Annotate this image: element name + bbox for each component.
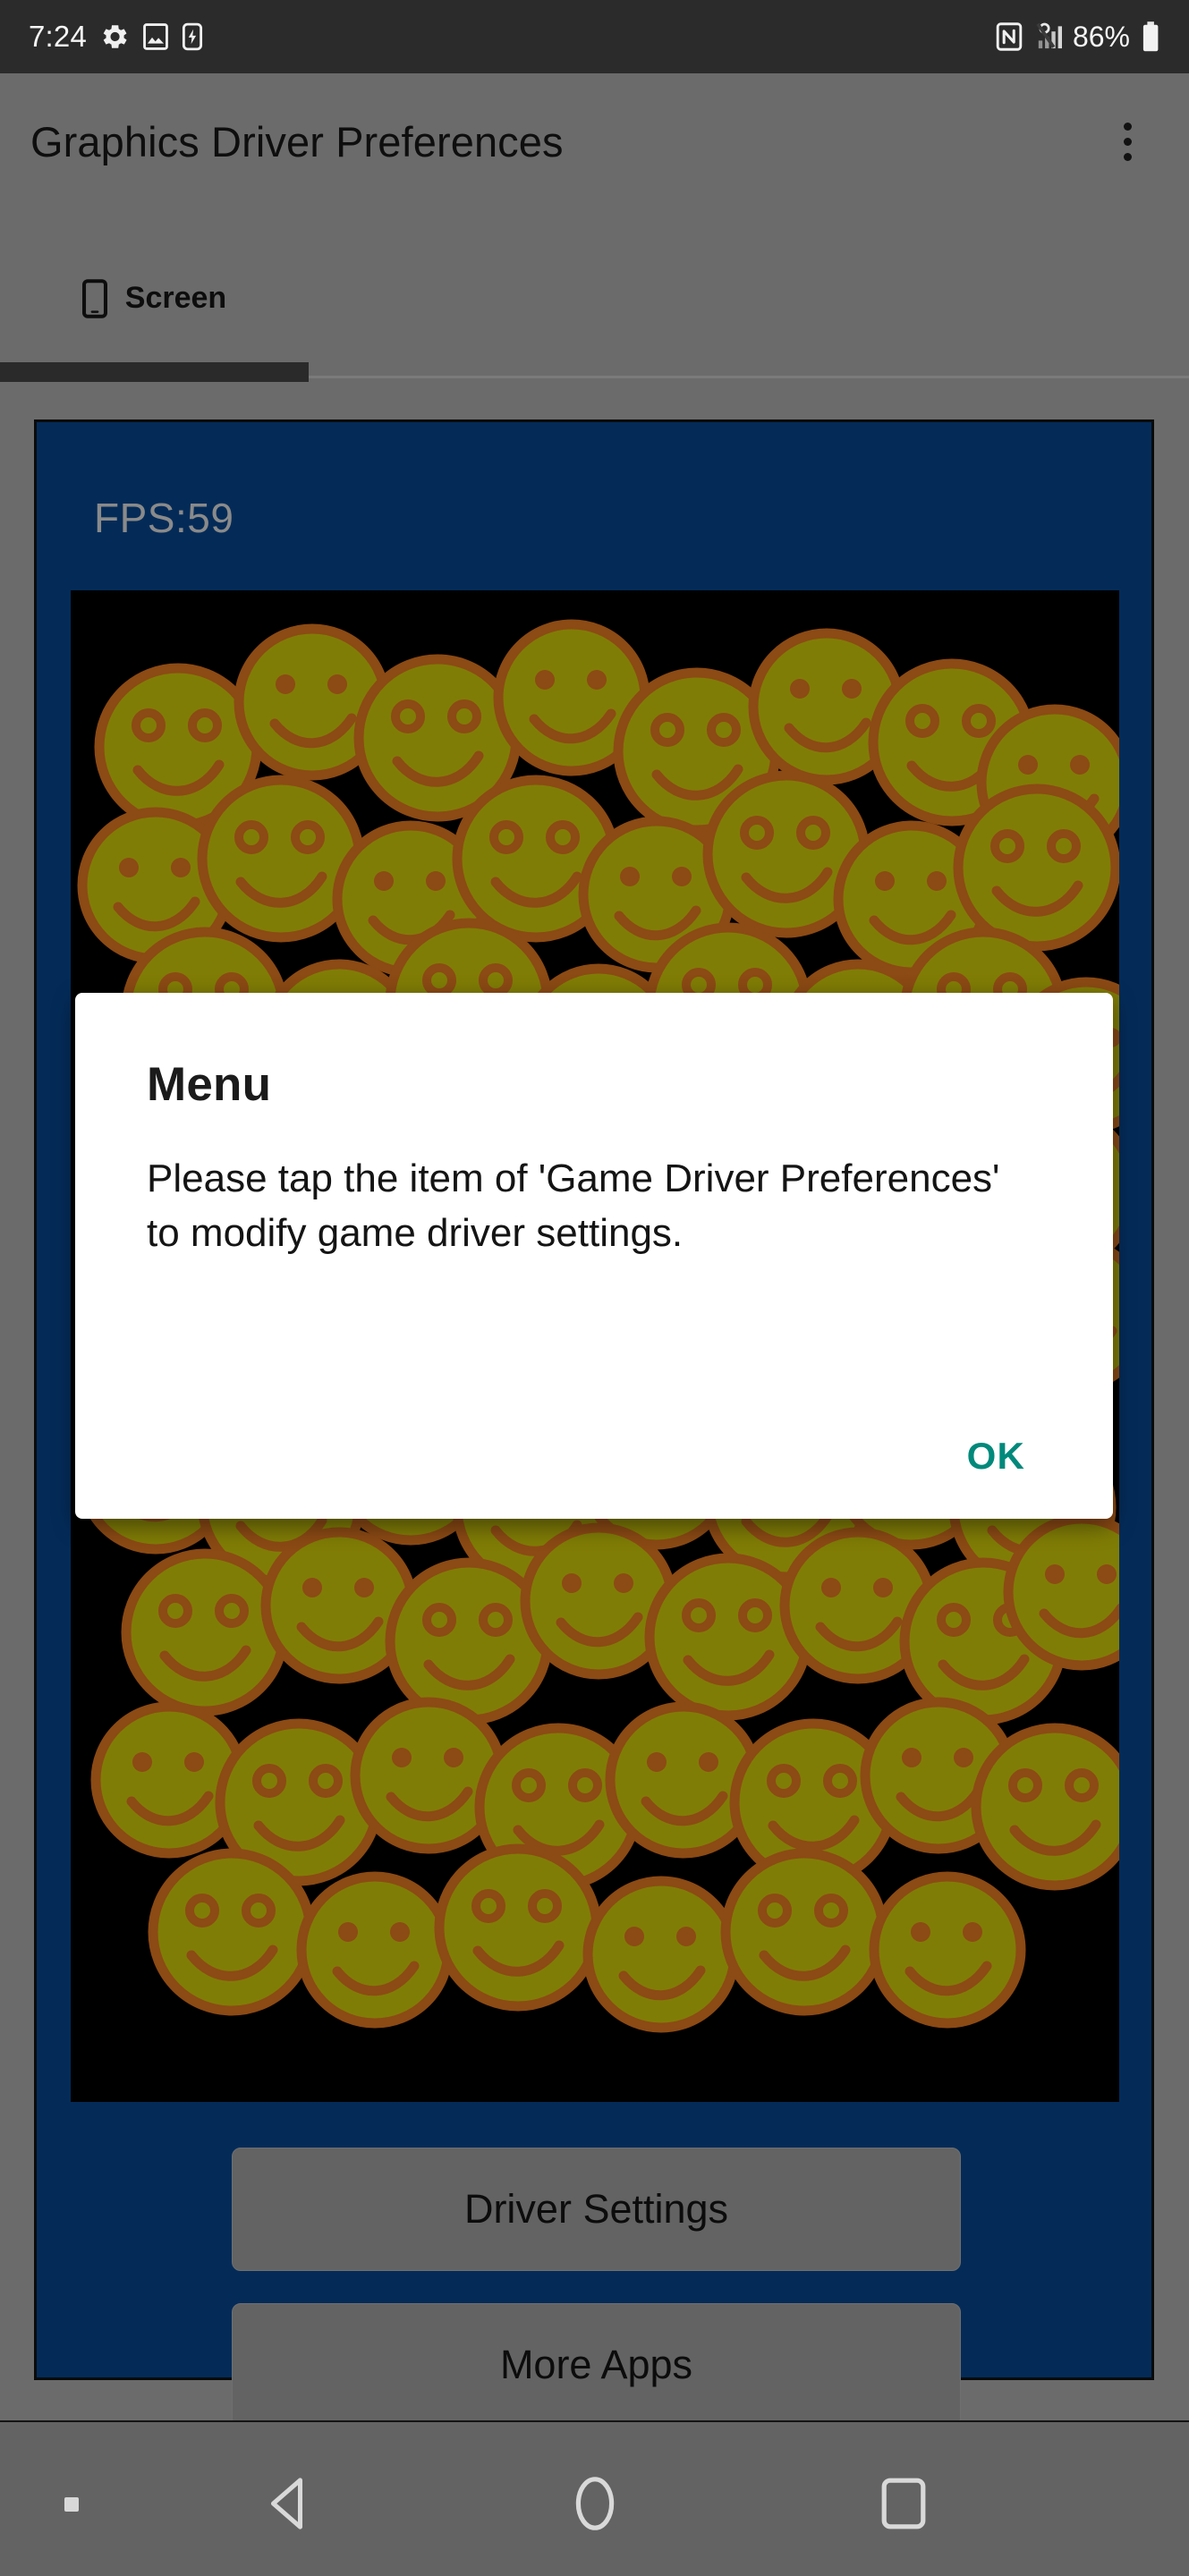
back-triangle-icon[interactable]: [233, 2467, 340, 2540]
nfc-icon: [996, 22, 1023, 51]
home-circle-icon[interactable]: [541, 2467, 649, 2540]
navigation-bar: [0, 2420, 1189, 2576]
status-bar-left: 7:24: [29, 20, 203, 54]
tab-strip: Screen: [0, 234, 1189, 382]
status-bar: 7:24 86%: [0, 0, 1189, 73]
hide-navbar-icon[interactable]: [64, 2497, 79, 2512]
image-icon: [142, 21, 169, 52]
status-bar-right: 86%: [996, 21, 1160, 54]
more-apps-label: More Apps: [499, 2342, 693, 2387]
signal-off-icon: [1033, 22, 1062, 51]
battery-icon: [1141, 21, 1160, 53]
more-vert-icon[interactable]: [1096, 110, 1159, 173]
driver-settings-label: Driver Settings: [463, 2186, 729, 2232]
page-title: Graphics Driver Preferences: [30, 117, 564, 165]
smartphone-icon: [81, 278, 107, 318]
tab-indicator: [0, 362, 309, 382]
dialog-title: Menu: [147, 1058, 272, 1111]
driver-settings-button[interactable]: Driver Settings: [232, 2148, 961, 2271]
app-bar: Graphics Driver Preferences: [0, 73, 1189, 209]
dialog-actions: OK: [75, 1419, 1113, 1494]
tab-screen-label: Screen: [124, 281, 227, 315]
dialog-message: Please tap the item of 'Game Driver Pref…: [147, 1157, 1000, 1255]
battery-percent: 86%: [1072, 20, 1130, 53]
gear-icon: [99, 21, 130, 52]
tab-screen[interactable]: Screen: [0, 234, 309, 362]
fps-counter: FPS:59: [94, 495, 234, 541]
more-apps-button[interactable]: More Apps: [232, 2303, 961, 2427]
recents-square-icon[interactable]: [850, 2467, 957, 2540]
status-clock: 7:24: [29, 20, 88, 53]
battery-saver-icon: [182, 21, 203, 52]
tab-divider: [309, 376, 1189, 378]
menu-dialog: Menu Please tap the item of 'Game Driver…: [75, 993, 1113, 1519]
dialog-ok-button[interactable]: OK: [944, 1419, 1049, 1494]
phone-screen: 7:24 86% Graphics Driver Preferences Scr…: [0, 0, 1189, 2576]
